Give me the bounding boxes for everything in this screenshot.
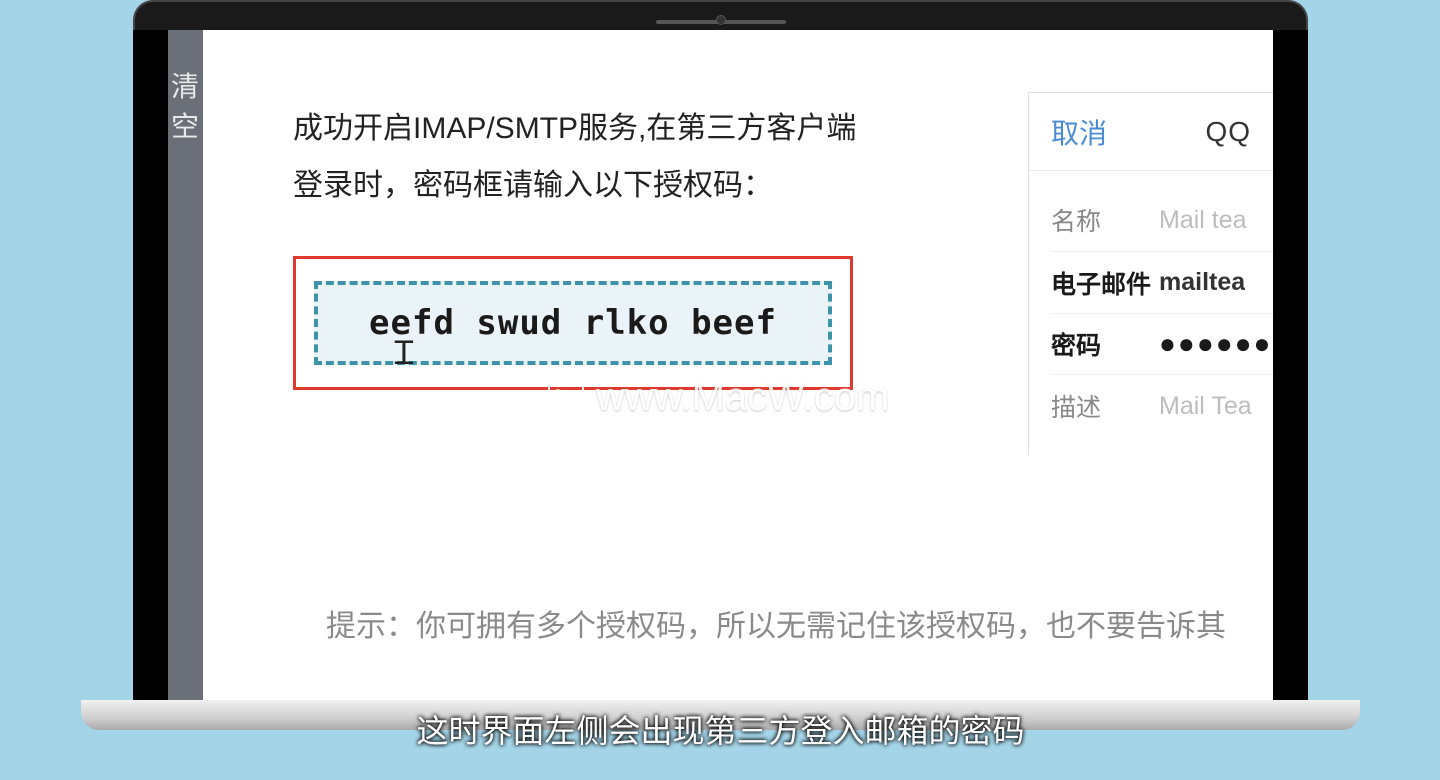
row-password: 密码 ●●●●●● — [1051, 313, 1273, 375]
auth-code-dashed-box[interactable]: eefd swud rlko beef Ꮖ — [314, 281, 832, 365]
panel-header: 取消 QQ — [1029, 93, 1273, 171]
value-password[interactable]: ●●●●●● — [1159, 328, 1272, 360]
value-email[interactable]: mailtea — [1159, 268, 1245, 297]
label-name: 名称 — [1051, 202, 1159, 238]
value-desc[interactable]: Mail Tea — [1159, 392, 1252, 421]
panel-title: QQ — [1205, 116, 1251, 148]
label-desc: 描述 — [1051, 388, 1159, 424]
row-name: 名称 Mail tea — [1051, 189, 1273, 251]
row-email: 电子邮件 mailtea — [1051, 251, 1273, 313]
text-cursor-icon: Ꮖ — [394, 335, 415, 373]
sidebar-fragment: 清空 — [168, 30, 203, 700]
panel-body: 名称 Mail tea 电子邮件 mailtea 密码 ●●●●●● 描述 Ma… — [1029, 171, 1273, 455]
laptop-base: 这时界面左侧会出现第三方登入邮箱的密码 — [133, 700, 1308, 750]
auth-code-text[interactable]: eefd swud rlko beef — [369, 303, 777, 343]
row-desc: 描述 Mail Tea — [1051, 375, 1273, 437]
camera-dot — [717, 16, 725, 24]
label-email: 电子邮件 — [1051, 265, 1159, 301]
sidebar-text: 清空 — [171, 71, 201, 142]
video-caption: 这时界面左侧会出现第三方登入邮箱的密码 — [133, 706, 1308, 752]
laptop-screen: 清空 成功开启IMAP/SMTP服务,在第三方客户端 登录时，密码框请输入以下授… — [133, 30, 1308, 700]
value-name[interactable]: Mail tea — [1159, 206, 1247, 235]
laptop-bezel — [133, 0, 1308, 30]
laptop-frame: 清空 成功开启IMAP/SMTP服务,在第三方客户端 登录时，密码框请输入以下授… — [133, 0, 1308, 780]
label-password: 密码 — [1051, 326, 1159, 362]
account-panel: 取消 QQ 名称 Mail tea 电子邮件 mailtea 密码 ●●●●●● — [1028, 92, 1273, 455]
cancel-button[interactable]: 取消 — [1051, 112, 1107, 152]
auth-code-highlight-box: eefd swud rlko beef Ꮖ — [293, 256, 853, 390]
hint-text: 提示：你可拥有多个授权码，所以无需记住该授权码，也不要告诉其 — [326, 601, 1226, 645]
